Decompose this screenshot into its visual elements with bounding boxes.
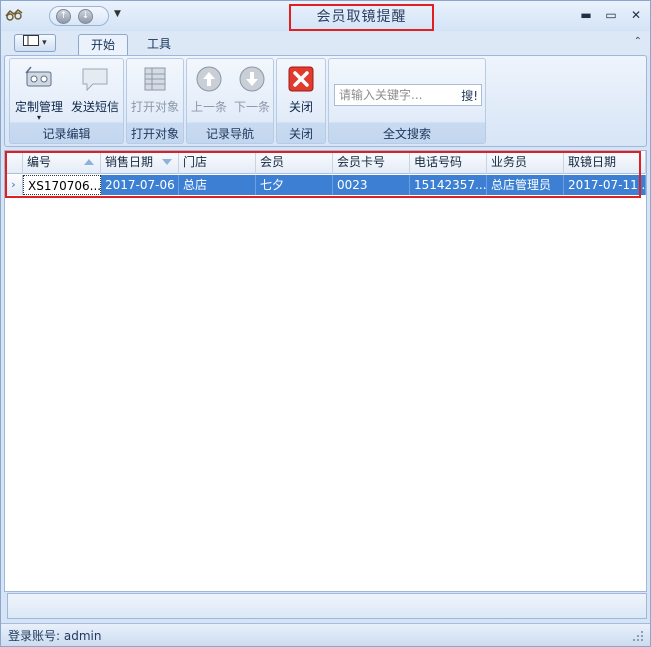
cell-pickup-date[interactable]: 2017-07-11...	[564, 175, 646, 195]
group-fulltext-search: 搜! 全文搜索	[328, 58, 486, 144]
search-button[interactable]: 搜!	[461, 87, 478, 104]
ribbon-tabstrip: ▾ 开始 工具 ⌃	[1, 31, 650, 56]
cell-card-no[interactable]: 0023	[333, 175, 410, 195]
column-header-label: 编号	[27, 155, 52, 169]
table-row[interactable]: › XS170706... 2017-07-06 总店 七夕 0023 1514…	[5, 175, 646, 195]
column-header-sale-date[interactable]: 销售日期	[101, 151, 179, 174]
sort-descending-icon	[162, 159, 172, 165]
close-label: 关闭	[288, 100, 313, 114]
send-sms-button[interactable]: 发送短信	[68, 63, 122, 115]
grid-header: 编号 销售日期 门店 会员 会员卡号 电话号码 业务员 取镜日期	[5, 151, 646, 174]
collapse-ribbon-icon[interactable]: ⌃	[634, 36, 642, 47]
status-bar: 登录账号: admin	[1, 623, 650, 646]
dropdown-arrow-icon: ▾	[36, 113, 41, 122]
column-header-member[interactable]: 会员	[256, 151, 333, 174]
prev-record-label: 上一条	[190, 100, 227, 114]
group-label-record-nav: 记录导航	[205, 127, 254, 141]
arrow-down-icon[interactable]: ↓	[78, 9, 93, 24]
cell-sale-date[interactable]: 2017-07-06	[101, 175, 179, 195]
group-label-record-edit: 记录编辑	[42, 127, 91, 141]
cell-store[interactable]: 总店	[179, 175, 256, 195]
ribbon-panel: 定制管理 ▾ 发送短信 记录编辑 打开对象 打开对象 上一条 下一条 记录导航 …	[4, 55, 647, 147]
main-window: ↑ ↓ ▼ 会员取镜提醒 ▬ ▭ ✕ ▾ 开始 工具 ⌃ 定制管理 ▾ 发送短信…	[0, 0, 651, 647]
title-bar: ↑ ↓ ▼ 会员取镜提醒 ▬ ▭ ✕	[1, 1, 650, 31]
cell-salesperson[interactable]: 总店管理员	[487, 175, 564, 195]
close-icon	[288, 66, 314, 92]
glasses-app-icon[interactable]	[5, 7, 23, 23]
open-object-button[interactable]: 打开对象	[129, 63, 181, 115]
column-header-label: 销售日期	[105, 155, 154, 169]
quick-access-toolbar: ↑ ↓	[49, 6, 109, 26]
app-menu-button[interactable]: ▾	[14, 34, 56, 52]
custom-manage-button[interactable]: 定制管理 ▾	[12, 63, 66, 122]
group-record-edit: 定制管理 ▾ 发送短信 记录编辑	[9, 58, 124, 144]
column-header-card-no[interactable]: 会员卡号	[333, 151, 410, 174]
group-close: 关闭 关闭	[276, 58, 326, 144]
group-label-fulltext-search: 全文搜索	[382, 127, 431, 141]
prev-record-button[interactable]: 上一条	[189, 63, 229, 115]
cell-id[interactable]: XS170706...	[23, 175, 101, 195]
group-label-open-object: 打开对象	[130, 127, 179, 141]
window-title: 会员取镜提醒	[289, 4, 434, 31]
login-account-text: 登录账号: admin	[8, 629, 102, 643]
tab-start[interactable]: 开始	[78, 34, 129, 56]
column-header-pickup-date[interactable]: 取镜日期	[564, 151, 646, 174]
column-header-phone[interactable]: 电话号码	[410, 151, 487, 174]
resize-grip-icon[interactable]	[632, 630, 644, 642]
custom-manage-icon	[25, 66, 52, 87]
search-box: 搜!	[334, 84, 482, 106]
data-grid: 编号 销售日期 门店 会员 会员卡号 电话号码 业务员 取镜日期 › XS170…	[4, 150, 647, 592]
cell-member[interactable]: 七夕	[256, 175, 333, 195]
grid-footer-bar	[7, 593, 647, 619]
qat-dropdown-icon[interactable]: ▼	[114, 9, 121, 19]
row-pointer-icon: ›	[5, 175, 23, 195]
search-input[interactable]	[335, 85, 453, 105]
close-window-button[interactable]: ✕	[628, 7, 644, 23]
close-button[interactable]: 关闭	[279, 63, 323, 115]
tab-tools[interactable]: 工具	[135, 34, 183, 56]
next-record-button[interactable]: 下一条	[232, 63, 272, 115]
cell-phone[interactable]: 15142357...	[410, 175, 487, 195]
chevron-down-icon: ▾	[39, 38, 47, 48]
column-header-id[interactable]: 编号	[23, 151, 101, 174]
arrow-up-circle-icon	[196, 66, 222, 92]
open-object-label: 打开对象	[130, 100, 179, 114]
maximize-button[interactable]: ▭	[603, 7, 619, 23]
minimize-button[interactable]: ▬	[578, 7, 594, 23]
group-label-close: 关闭	[288, 127, 313, 141]
app-menu-icon	[23, 35, 40, 46]
column-header-store[interactable]: 门店	[179, 151, 256, 174]
table-icon	[144, 67, 166, 91]
group-open-object: 打开对象 打开对象	[126, 58, 184, 144]
arrow-down-circle-icon	[239, 66, 265, 92]
header-indicator-cell	[5, 151, 23, 174]
speech-bubble-icon	[82, 68, 108, 92]
group-record-nav: 上一条 下一条 记录导航	[186, 58, 274, 144]
send-sms-label: 发送短信	[70, 100, 119, 114]
arrow-up-icon[interactable]: ↑	[56, 9, 71, 24]
next-record-label: 下一条	[233, 100, 270, 114]
sort-ascending-icon	[84, 159, 94, 165]
column-header-salesperson[interactable]: 业务员	[487, 151, 564, 174]
